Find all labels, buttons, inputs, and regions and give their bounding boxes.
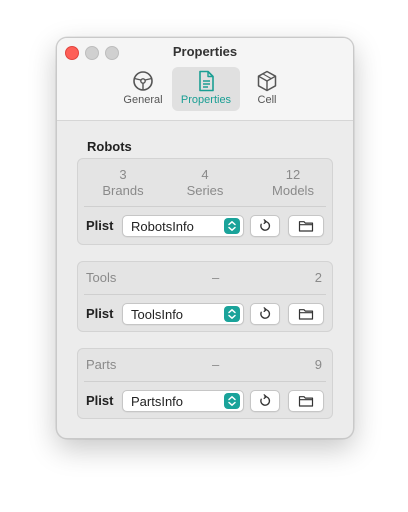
reload-icon — [260, 219, 271, 231]
robots-folder-button[interactable] — [288, 215, 324, 237]
tab-properties[interactable]: Properties — [172, 67, 240, 111]
plist-label: Plist — [86, 393, 114, 408]
series-label: Series — [186, 183, 224, 198]
tools-count: 2 — [314, 270, 322, 285]
tab-properties-label: Properties — [180, 94, 232, 106]
reload-icon — [260, 307, 271, 319]
series-stat: 4 Series — [170, 167, 240, 199]
tab-general[interactable]: General — [109, 67, 177, 111]
robots-plist-select[interactable]: RobotsInfo — [122, 215, 244, 237]
robots-group: 3 Brands 4 Series 12 Models Plist Robots… — [77, 158, 333, 245]
tools-group: Tools – 2 Plist ToolsInfo — [77, 261, 333, 332]
tools-dash: – — [212, 270, 220, 285]
document-icon — [199, 70, 214, 92]
toolbar-tabs: General Properties Cell — [57, 67, 353, 113]
series-count: 4 — [201, 167, 209, 182]
parts-name: Parts — [86, 357, 117, 372]
robots-reload-button[interactable] — [250, 215, 280, 237]
parts-group: Parts – 9 Plist PartsInfo — [77, 348, 333, 419]
folder-icon — [298, 221, 314, 232]
tools-plist-select[interactable]: ToolsInfo — [122, 303, 244, 325]
divider — [84, 294, 326, 295]
chevron-updown-icon — [224, 393, 240, 409]
tools-folder-button[interactable] — [288, 303, 324, 325]
brands-count: 3 — [119, 167, 127, 182]
select-value: RobotsInfo — [131, 219, 194, 234]
chevron-updown-icon — [224, 306, 240, 322]
models-label: Models — [272, 183, 314, 198]
parts-plist-row: Plist PartsInfo — [78, 389, 332, 413]
robots-plist-row: Plist RobotsInfo — [78, 214, 332, 238]
properties-window: Properties General Properties Cell Robot… — [56, 37, 354, 439]
plist-label: Plist — [86, 218, 114, 233]
tab-cell-label: Cell — [257, 94, 277, 106]
tools-plist-row: Plist ToolsInfo — [78, 302, 332, 326]
reload-icon — [260, 394, 271, 406]
brands-label: Brands — [102, 183, 144, 198]
steering-wheel-icon — [133, 71, 153, 91]
divider — [84, 206, 326, 207]
cube-icon — [257, 70, 277, 92]
tools-reload-button[interactable] — [250, 303, 280, 325]
parts-folder-button[interactable] — [288, 390, 324, 412]
models-stat: 12 Models — [258, 167, 328, 199]
select-value: ToolsInfo — [131, 307, 184, 322]
tab-general-label: General — [123, 94, 163, 106]
brands-stat: 3 Brands — [88, 167, 158, 199]
parts-reload-button[interactable] — [250, 390, 280, 412]
robots-section-title: Robots — [87, 139, 132, 154]
titlebar: Properties General Properties Cell — [57, 38, 353, 121]
parts-dash: – — [212, 357, 220, 372]
window-title: Properties — [172, 44, 238, 59]
chevron-updown-icon — [224, 218, 240, 234]
divider — [84, 381, 326, 382]
select-value: PartsInfo — [131, 394, 184, 409]
folder-icon — [298, 396, 314, 407]
plist-label: Plist — [86, 306, 114, 321]
tools-name: Tools — [86, 270, 117, 285]
parts-plist-select[interactable]: PartsInfo — [122, 390, 244, 412]
folder-icon — [298, 309, 314, 320]
models-count: 12 — [285, 167, 301, 182]
parts-count: 9 — [314, 357, 322, 372]
tab-cell[interactable]: Cell — [233, 67, 301, 111]
